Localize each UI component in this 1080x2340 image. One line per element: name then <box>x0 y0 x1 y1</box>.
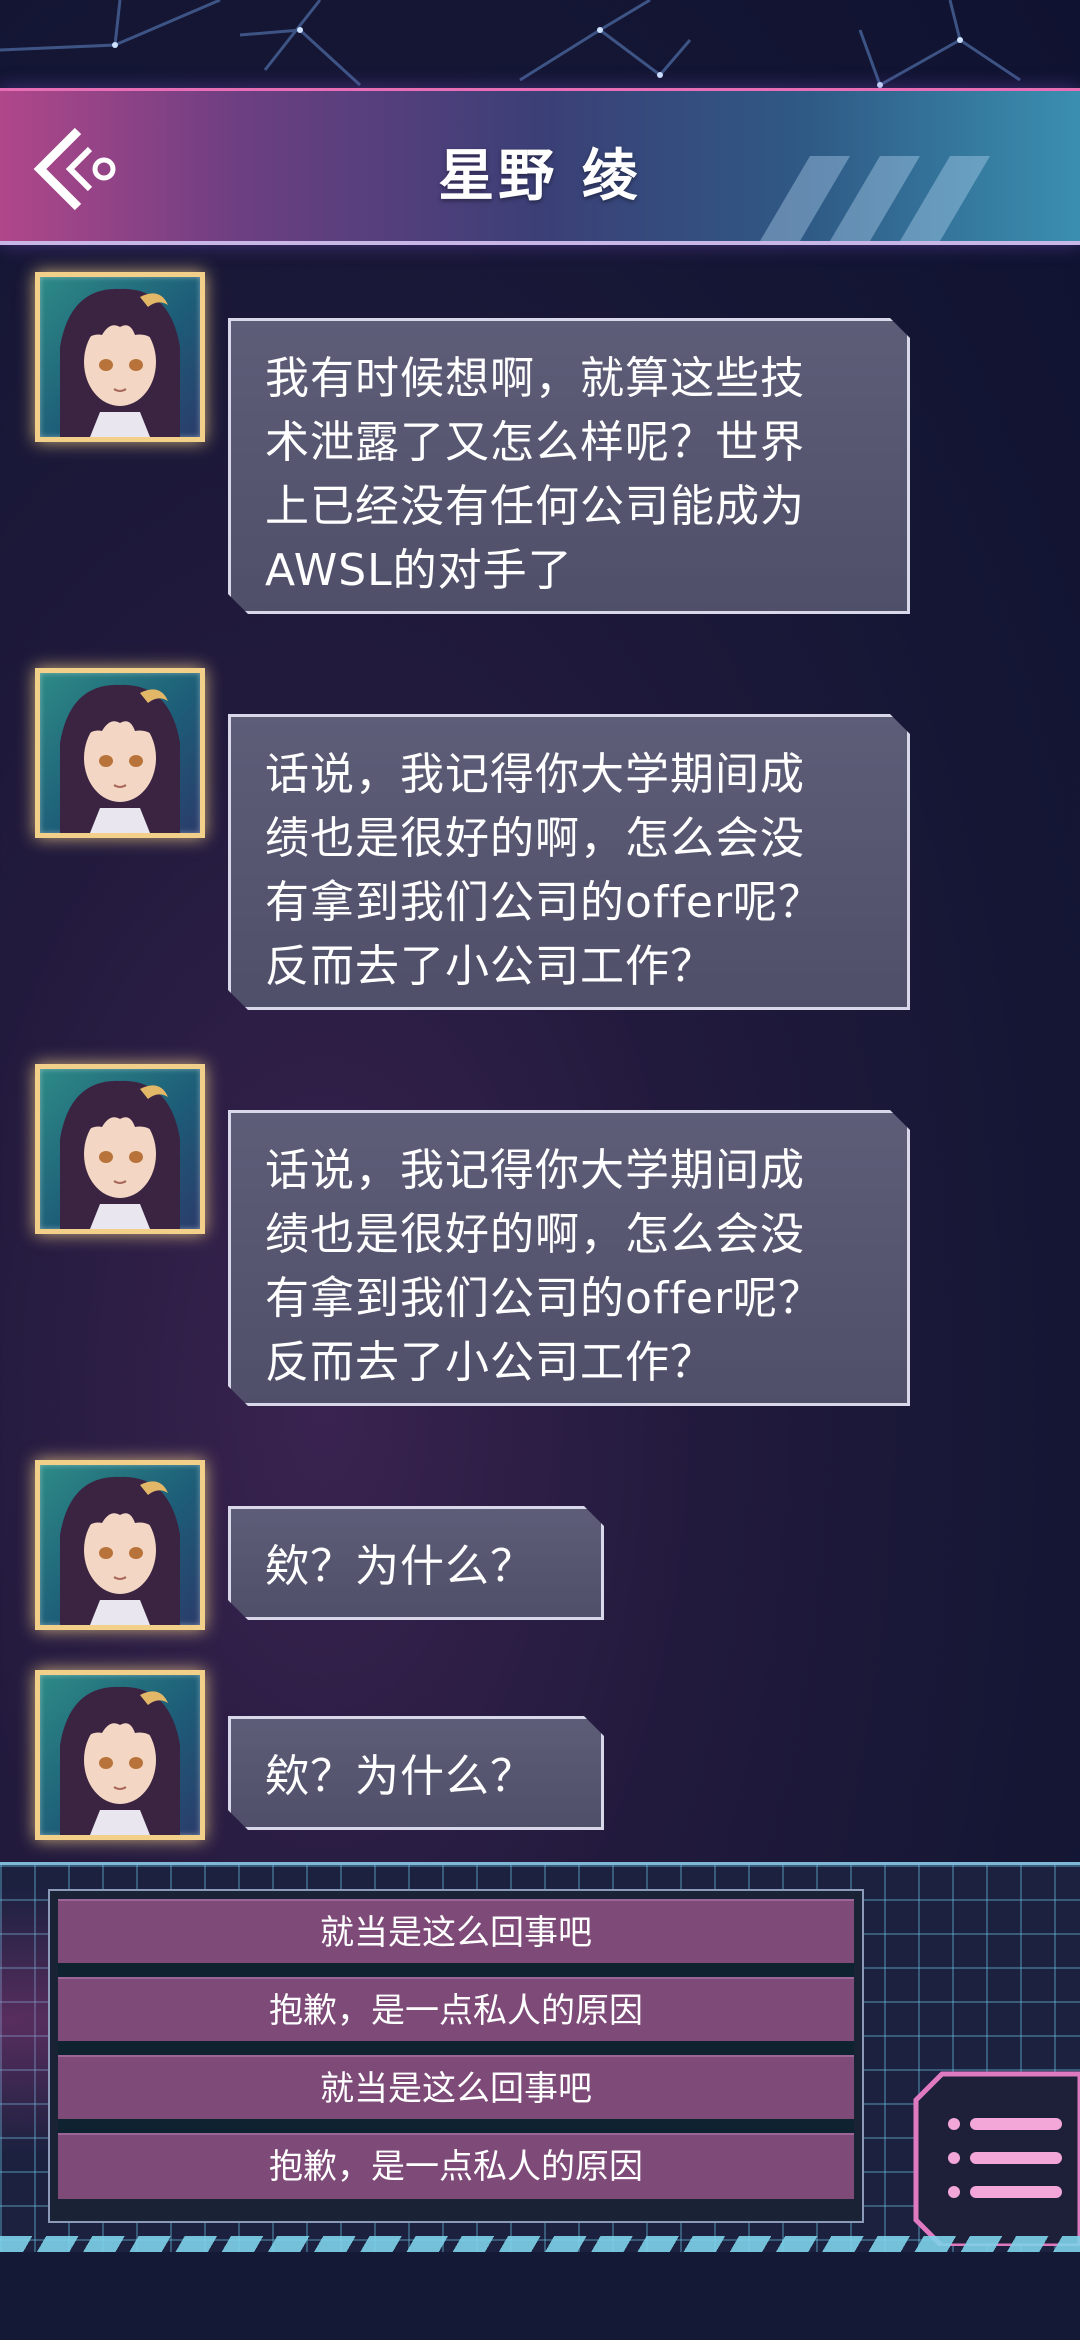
message-bubble: 我有时候想啊，就算这些技 术泄露了又怎么样呢？世界 上已经没有任何公司能成为 A… <box>228 318 910 614</box>
character-avatar[interactable] <box>35 1670 205 1840</box>
message-text: 话说，我记得你大学期间成 绩也是很好的啊，怎么会没 有拿到我们公司的offer呢… <box>265 1145 824 1388</box>
character-avatar[interactable] <box>35 668 205 838</box>
divider <box>58 1963 854 1977</box>
message-bubble: 欸？为什么？ <box>228 1716 604 1830</box>
portrait-icon <box>60 1476 180 1625</box>
message-text: 欸？为什么？ <box>265 1751 535 1802</box>
character-avatar[interactable] <box>35 1460 205 1630</box>
choice-list: 就当是这么回事吧 抱歉，是一点私人的原因 就当是这么回事吧 抱歉，是一点私人的原… <box>48 1889 864 2223</box>
choice-option[interactable]: 抱歉，是一点私人的原因 <box>58 2133 854 2199</box>
menu-button[interactable] <box>912 2070 1080 2249</box>
divider <box>58 2119 854 2133</box>
character-avatar[interactable] <box>35 1064 205 1234</box>
character-avatar[interactable] <box>35 272 205 442</box>
message-text: 话说，我记得你大学期间成 绩也是很好的啊，怎么会没 有拿到我们公司的offer呢… <box>265 749 824 992</box>
footer-decoration <box>0 2236 1080 2252</box>
menu-list-icon <box>913 2071 1080 2249</box>
choice-option[interactable]: 就当是这么回事吧 <box>58 2055 854 2121</box>
divider <box>58 2041 854 2055</box>
message-text: 我有时候想啊，就算这些技 术泄露了又怎么样呢？世界 上已经没有任何公司能成为 A… <box>265 353 805 596</box>
message-bubble: 话说，我记得你大学期间成 绩也是很好的啊，怎么会没 有拿到我们公司的offer呢… <box>228 1110 910 1406</box>
portrait-icon <box>60 1686 180 1835</box>
footer-background <box>0 2252 1080 2340</box>
portrait-icon <box>60 684 180 833</box>
contact-name: 星野 绫 <box>438 144 642 209</box>
choice-option[interactable]: 抱歉，是一点私人的原因 <box>58 1977 854 2043</box>
portrait-icon <box>60 1080 180 1229</box>
message-text: 欸？为什么？ <box>265 1541 535 1592</box>
chat-header: 星野 绫 <box>0 88 1080 245</box>
choice-option[interactable]: 就当是这么回事吧 <box>58 1899 854 1965</box>
message-bubble: 话说，我记得你大学期间成 绩也是很好的啊，怎么会没 有拿到我们公司的offer呢… <box>228 714 910 1010</box>
message-bubble: 欸？为什么？ <box>228 1506 604 1620</box>
portrait-icon <box>60 288 180 437</box>
